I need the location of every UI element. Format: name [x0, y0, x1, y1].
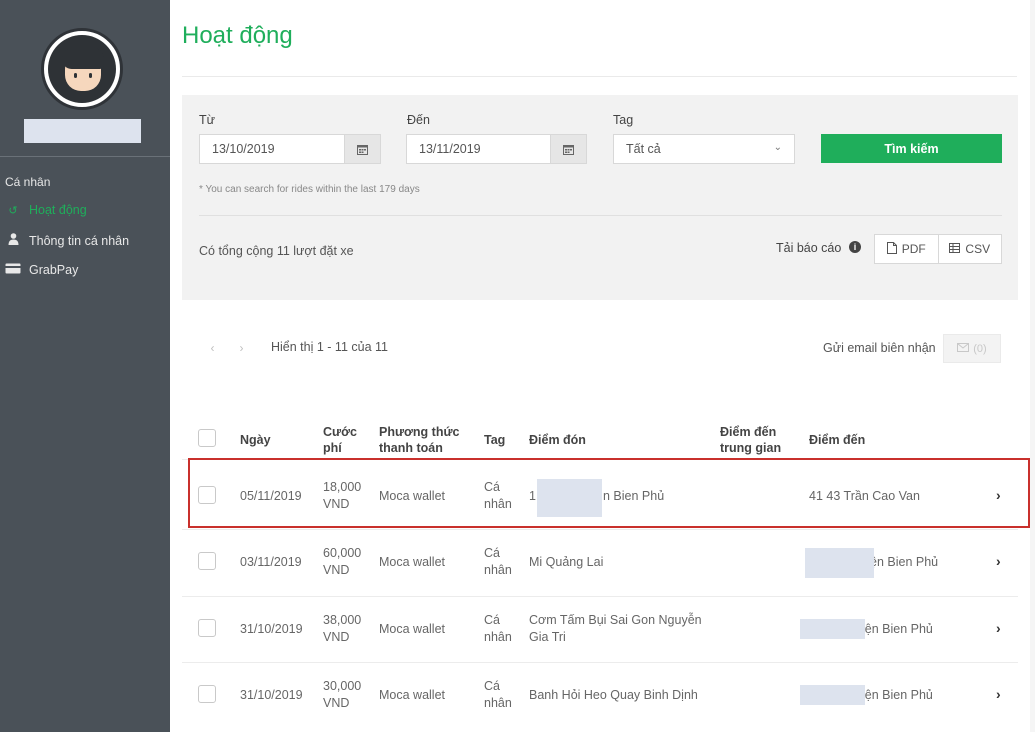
filter-panel: Từ 13/10/2019 Đến 13/11/2019 Tag Tất cả …: [182, 95, 1018, 300]
title-divider: [182, 76, 1017, 77]
row-dropoff: ện Bien Phủ: [870, 555, 939, 569]
row-pickup-start: Banh Hỏi Heo Quay Binh Dịnh: [529, 688, 698, 702]
pdf-label: PDF: [901, 242, 926, 256]
credit-card-icon: [5, 263, 21, 277]
row-fare: 30,000 VND: [323, 679, 362, 710]
from-date-field[interactable]: 13/10/2019: [199, 134, 381, 164]
csv-label: CSV: [965, 242, 991, 256]
user-name-redacted: [24, 119, 141, 143]
showing-count: Hiển thị 1 - 11 của 11: [271, 340, 388, 354]
to-date-value: 13/11/2019: [419, 142, 481, 156]
from-date-value: 13/10/2019: [212, 142, 275, 156]
search-hint: * You can search for rides within the la…: [199, 184, 420, 195]
column-header-tag: Tag: [484, 433, 506, 447]
sidebar: Cá nhân ↺ Hoạt động Thông tin cá nhân Gr…: [0, 0, 170, 732]
report-label: Tải báo cáo: [776, 241, 842, 255]
next-page-button[interactable]: ›: [227, 335, 256, 361]
sidebar-divider: [0, 156, 170, 157]
column-header-payment: Phương thức thanh toán: [379, 425, 460, 455]
chevron-right-icon[interactable]: ›: [996, 620, 1001, 636]
chevron-down-icon: ⌄: [773, 142, 782, 153]
row-payment: Moca wallet: [379, 622, 445, 636]
panel-divider: [199, 215, 1002, 216]
row-checkbox[interactable]: [198, 619, 216, 637]
user-icon: [5, 233, 21, 248]
sidebar-item-grabpay[interactable]: GrabPay: [5, 263, 78, 277]
tag-select[interactable]: Tất cả ⌄: [613, 134, 795, 164]
row-payment: Moca wallet: [379, 555, 445, 569]
sidebar-section-label: Cá nhân: [5, 175, 51, 189]
info-icon[interactable]: i: [849, 241, 861, 253]
row-fare: 60,000 VND: [323, 546, 362, 577]
prev-page-button[interactable]: ‹: [198, 335, 227, 361]
column-header-date: Ngày: [240, 433, 271, 447]
history-icon: ↺: [8, 204, 18, 217]
row-date: 31/10/2019: [240, 688, 303, 702]
from-label: Từ: [199, 113, 216, 127]
email-count: (0): [973, 342, 987, 355]
row-date: 31/10/2019: [240, 622, 303, 636]
to-label: Đến: [407, 113, 430, 127]
row-date: 03/11/2019: [240, 555, 302, 569]
calendar-icon[interactable]: [550, 135, 586, 163]
row-fare: 38,000 VND: [323, 613, 362, 644]
tag-select-value: Tất cả: [626, 142, 661, 156]
row-checkbox[interactable]: [198, 685, 216, 703]
page-title: Hoạt động: [182, 22, 293, 49]
pdf-file-icon: [886, 241, 897, 257]
avatar[interactable]: [41, 28, 123, 110]
row-dropoff: iện Bien Phủ: [862, 622, 933, 636]
row-dropoff: iện Bien Phủ: [862, 688, 933, 702]
sidebar-item-profile[interactable]: Thông tin cá nhân: [5, 233, 129, 248]
row-pickup: Cơm Tấm Bụi Sai Gon Nguyễn Gia Tri: [529, 613, 702, 644]
envelope-icon: [957, 342, 970, 355]
column-header-stop: Điểm đến trung gian: [720, 425, 782, 455]
row-tag: Cá nhân: [484, 679, 512, 710]
sidebar-item-label: GrabPay: [29, 263, 79, 277]
to-date-field[interactable]: 13/11/2019: [406, 134, 587, 164]
column-header-pickup: Điểm đón: [529, 433, 586, 447]
sidebar-item-label: Thông tin cá nhân: [29, 233, 130, 248]
row-checkbox[interactable]: [198, 552, 216, 570]
table-icon: [949, 242, 961, 256]
row-divider: [182, 662, 1018, 663]
select-all-checkbox[interactable]: [198, 429, 216, 447]
pdf-button[interactable]: PDF: [875, 235, 938, 263]
calendar-icon[interactable]: [344, 135, 380, 163]
sidebar-item-label: Hoạt động: [29, 203, 87, 217]
search-button[interactable]: Tìm kiếm: [821, 134, 1002, 163]
scrollbar[interactable]: [1030, 0, 1035, 732]
row-divider: [182, 529, 1018, 530]
download-group: PDF CSV: [874, 234, 1002, 264]
row-payment: Moca wallet: [379, 688, 445, 702]
pagination: ‹ ›: [198, 335, 256, 361]
chevron-right-icon[interactable]: ›: [996, 686, 1001, 702]
column-header-dropoff: Điểm đến: [809, 433, 866, 447]
row-pickup-start: Mi Quảng Lai: [529, 555, 604, 569]
csv-button[interactable]: CSV: [937, 235, 1002, 263]
row-tag: Cá nhân: [484, 546, 512, 577]
chevron-right-icon[interactable]: ›: [996, 553, 1001, 569]
redacted-block: [805, 548, 874, 578]
redacted-block: [800, 685, 865, 705]
tag-label: Tag: [613, 113, 634, 127]
email-receipt-button[interactable]: (0): [943, 334, 1001, 363]
redacted-block: [800, 619, 865, 639]
row-divider: [182, 596, 1018, 597]
highlight-box: [188, 458, 1030, 528]
sidebar-item-activity[interactable]: ↺ Hoạt động: [5, 203, 87, 217]
row-tag: Cá nhân: [484, 613, 512, 644]
avatar-image: [48, 35, 116, 103]
email-receipt-label: Gửi email biên nhận: [823, 341, 936, 355]
column-header-fare: Cước phí: [323, 425, 357, 455]
total-rides-text: Có tổng cộng 11 lượt đặt xe: [199, 244, 354, 258]
